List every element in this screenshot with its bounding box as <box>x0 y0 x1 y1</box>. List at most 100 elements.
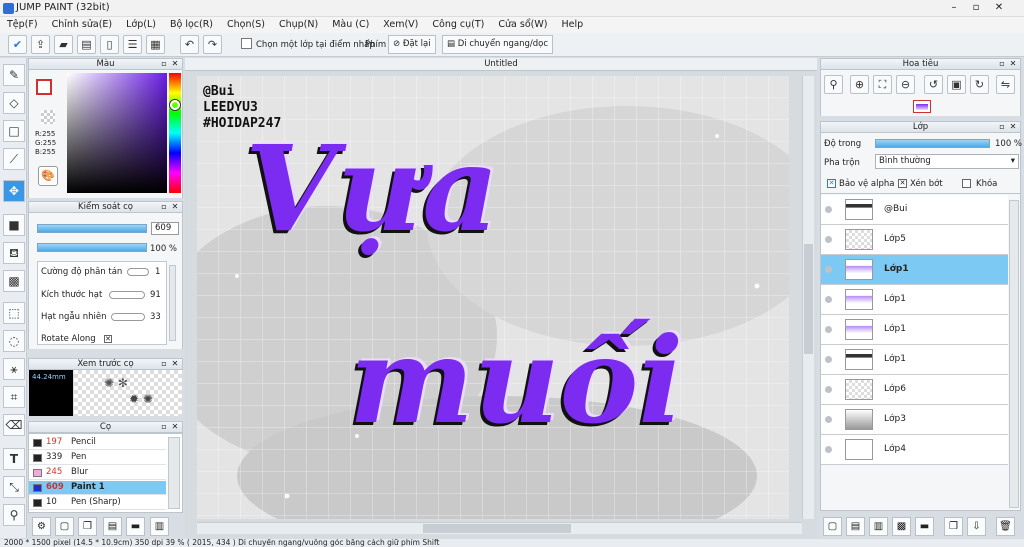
list-icon[interactable]: ☰ <box>123 35 142 54</box>
new-brush-icon[interactable]: ▢ <box>55 517 74 536</box>
clipping-checkbox[interactable]: ✕ <box>898 179 907 188</box>
brush-size-slider[interactable] <box>37 224 147 233</box>
scatter-toggle[interactable] <box>127 268 149 276</box>
panel-close-icon[interactable]: ✕ <box>170 59 180 69</box>
layer-row[interactable]: Lớp1 <box>821 285 1008 315</box>
close-icon[interactable]: ✕ <box>988 1 1010 15</box>
brush-item[interactable]: 339 Pen <box>29 451 166 465</box>
layer-visibility-icon[interactable] <box>825 296 832 303</box>
duplicate-layer-icon[interactable]: ❐ <box>944 517 963 536</box>
minimize-icon[interactable]: – <box>944 1 964 15</box>
brush-list-scrollbar[interactable] <box>168 437 180 509</box>
rect-select-icon[interactable]: ⬚ <box>3 302 25 324</box>
layer-row[interactable]: Lớp4 <box>821 435 1008 465</box>
artwork-canvas[interactable]: @Bui LEEDYU3 #HOIDAP247 Vựa muối <box>197 76 789 519</box>
panel-close-icon[interactable]: ✕ <box>170 422 180 432</box>
palette-icon[interactable]: 🎨 <box>38 166 58 186</box>
maximize-icon[interactable]: ▫ <box>966 1 986 15</box>
layer-visibility-icon[interactable] <box>825 326 832 333</box>
horizontal-scroll-thumb[interactable] <box>423 524 571 533</box>
rectangle-tool-icon[interactable]: □ <box>3 120 25 142</box>
panel-float-icon[interactable]: ▫ <box>159 359 169 369</box>
menu-view[interactable]: Xem(V) <box>376 17 425 33</box>
brush-delete-icon[interactable]: ▥ <box>150 517 169 536</box>
select-pen-icon[interactable]: ⌗ <box>3 386 25 408</box>
new-layer-3-icon[interactable]: ▥ <box>869 517 888 536</box>
eraser-tool-icon[interactable]: ◇ <box>3 92 25 114</box>
layer-row[interactable]: Lớp1 <box>821 345 1008 375</box>
zoom-in-icon[interactable]: ⊕ <box>850 75 869 94</box>
merge-layer-icon[interactable]: ⇩ <box>967 517 986 536</box>
rotate-along-checkbox[interactable]: ✕ <box>104 335 112 343</box>
redo-icon[interactable]: ↷ <box>203 35 222 54</box>
zoom-icon[interactable]: ⚲ <box>824 75 843 94</box>
folder-layer-icon[interactable]: ▬ <box>915 517 934 536</box>
navigator-thumbnail[interactable] <box>913 100 931 113</box>
transform-tool-icon[interactable]: ⤡ <box>3 476 25 498</box>
menu-edit[interactable]: Chỉnh sửa(E) <box>45 17 120 33</box>
layer-row[interactable]: Lớp3 <box>821 405 1008 435</box>
hue-strip[interactable] <box>169 73 181 193</box>
panel-close-icon[interactable]: ✕ <box>170 359 180 369</box>
brush-item[interactable]: 609 Paint 1 <box>29 481 166 495</box>
reset-button[interactable]: ⊘ Đặt lại <box>388 35 436 54</box>
layer-visibility-icon[interactable] <box>825 416 832 423</box>
menu-filter[interactable]: Bộ lọc(R) <box>163 17 220 33</box>
canvas-horizontal-scrollbar[interactable] <box>197 522 802 534</box>
panel-close-icon[interactable]: ✕ <box>1008 122 1018 132</box>
brush-item[interactable]: 197 Pencil <box>29 436 166 450</box>
menu-capture[interactable]: Chụp(N) <box>272 17 325 33</box>
panel-float-icon[interactable]: ▫ <box>997 122 1007 132</box>
export-icon[interactable]: ⇪ <box>31 35 50 54</box>
layer-row[interactable]: Lớp5 <box>821 225 1008 255</box>
layer-visibility-icon[interactable] <box>825 206 832 213</box>
random-grain-toggle[interactable] <box>111 313 145 321</box>
panel-float-icon[interactable]: ▫ <box>159 59 169 69</box>
grid-icon[interactable]: ▦ <box>146 35 165 54</box>
layer-visibility-icon[interactable] <box>825 386 832 393</box>
select-eraser-icon[interactable]: ⌫ <box>3 414 25 436</box>
layer-row[interactable]: Lớp6 <box>821 375 1008 405</box>
layer-visibility-icon[interactable] <box>825 266 832 273</box>
brush-item[interactable]: 10 Pen (Sharp) <box>29 496 166 510</box>
panel-float-icon[interactable]: ▫ <box>159 202 169 212</box>
menu-tools[interactable]: Công cụ(T) <box>425 17 491 33</box>
color-square[interactable] <box>67 73 167 193</box>
layer-visibility-icon[interactable] <box>825 356 832 363</box>
canvas-vertical-scrollbar[interactable] <box>802 76 814 519</box>
layer-row[interactable]: @Bui <box>821 195 1008 225</box>
brush-folder-icon[interactable]: ▬ <box>126 517 145 536</box>
move-hv-button[interactable]: ▤ Di chuyển ngang/dọc <box>442 35 554 54</box>
gradient-tool-icon[interactable]: ▩ <box>3 270 25 292</box>
layer-row[interactable]: Lớp1 <box>821 315 1008 345</box>
layer-opacity-slider[interactable] <box>875 139 990 148</box>
menu-layer[interactable]: Lớp(L) <box>119 17 163 33</box>
eyedropper-tool-icon[interactable]: ⚲ <box>3 504 25 526</box>
brush-size-input[interactable]: 609 <box>151 222 179 235</box>
brush-settings-icon[interactable]: ⚙ <box>32 517 51 536</box>
panel-float-icon[interactable]: ▫ <box>997 59 1007 69</box>
new-layer-2-icon[interactable]: ▤ <box>846 517 865 536</box>
layer-row[interactable]: Lớp1 <box>821 255 1008 285</box>
document-icon[interactable]: ▯ <box>100 35 119 54</box>
fit-icon[interactable]: ⛶ <box>873 75 892 94</box>
layer-visibility-icon[interactable] <box>825 446 832 453</box>
menu-select[interactable]: Chọn(S) <box>220 17 272 33</box>
delete-layer-icon[interactable]: 🗑 <box>996 517 1015 536</box>
fill-rect-tool-icon[interactable]: ■ <box>3 214 25 236</box>
zoom-out-icon[interactable]: ⊖ <box>896 75 915 94</box>
brush-tool-icon[interactable]: ✎ <box>3 64 25 86</box>
rotate-right-icon[interactable]: ↻ <box>970 75 989 94</box>
bucket-tool-icon[interactable]: ⛾ <box>3 242 25 264</box>
brush-item[interactable]: 245 Blur <box>29 466 166 480</box>
brush-opacity-slider[interactable] <box>37 243 147 252</box>
move-tool-icon[interactable]: ✥ <box>3 180 25 202</box>
pattern-layer-icon[interactable]: ▩ <box>892 517 911 536</box>
rotate-left-icon[interactable]: ↺ <box>924 75 943 94</box>
layer-list-scrollbar[interactable] <box>1009 200 1019 508</box>
new-layer-icon[interactable]: ▢ <box>823 517 842 536</box>
background-color-swatch[interactable] <box>41 110 55 124</box>
hue-handle[interactable] <box>170 100 180 110</box>
copy-brush-icon[interactable]: ❐ <box>78 517 97 536</box>
brush-doc-icon[interactable]: ▤ <box>103 517 122 536</box>
